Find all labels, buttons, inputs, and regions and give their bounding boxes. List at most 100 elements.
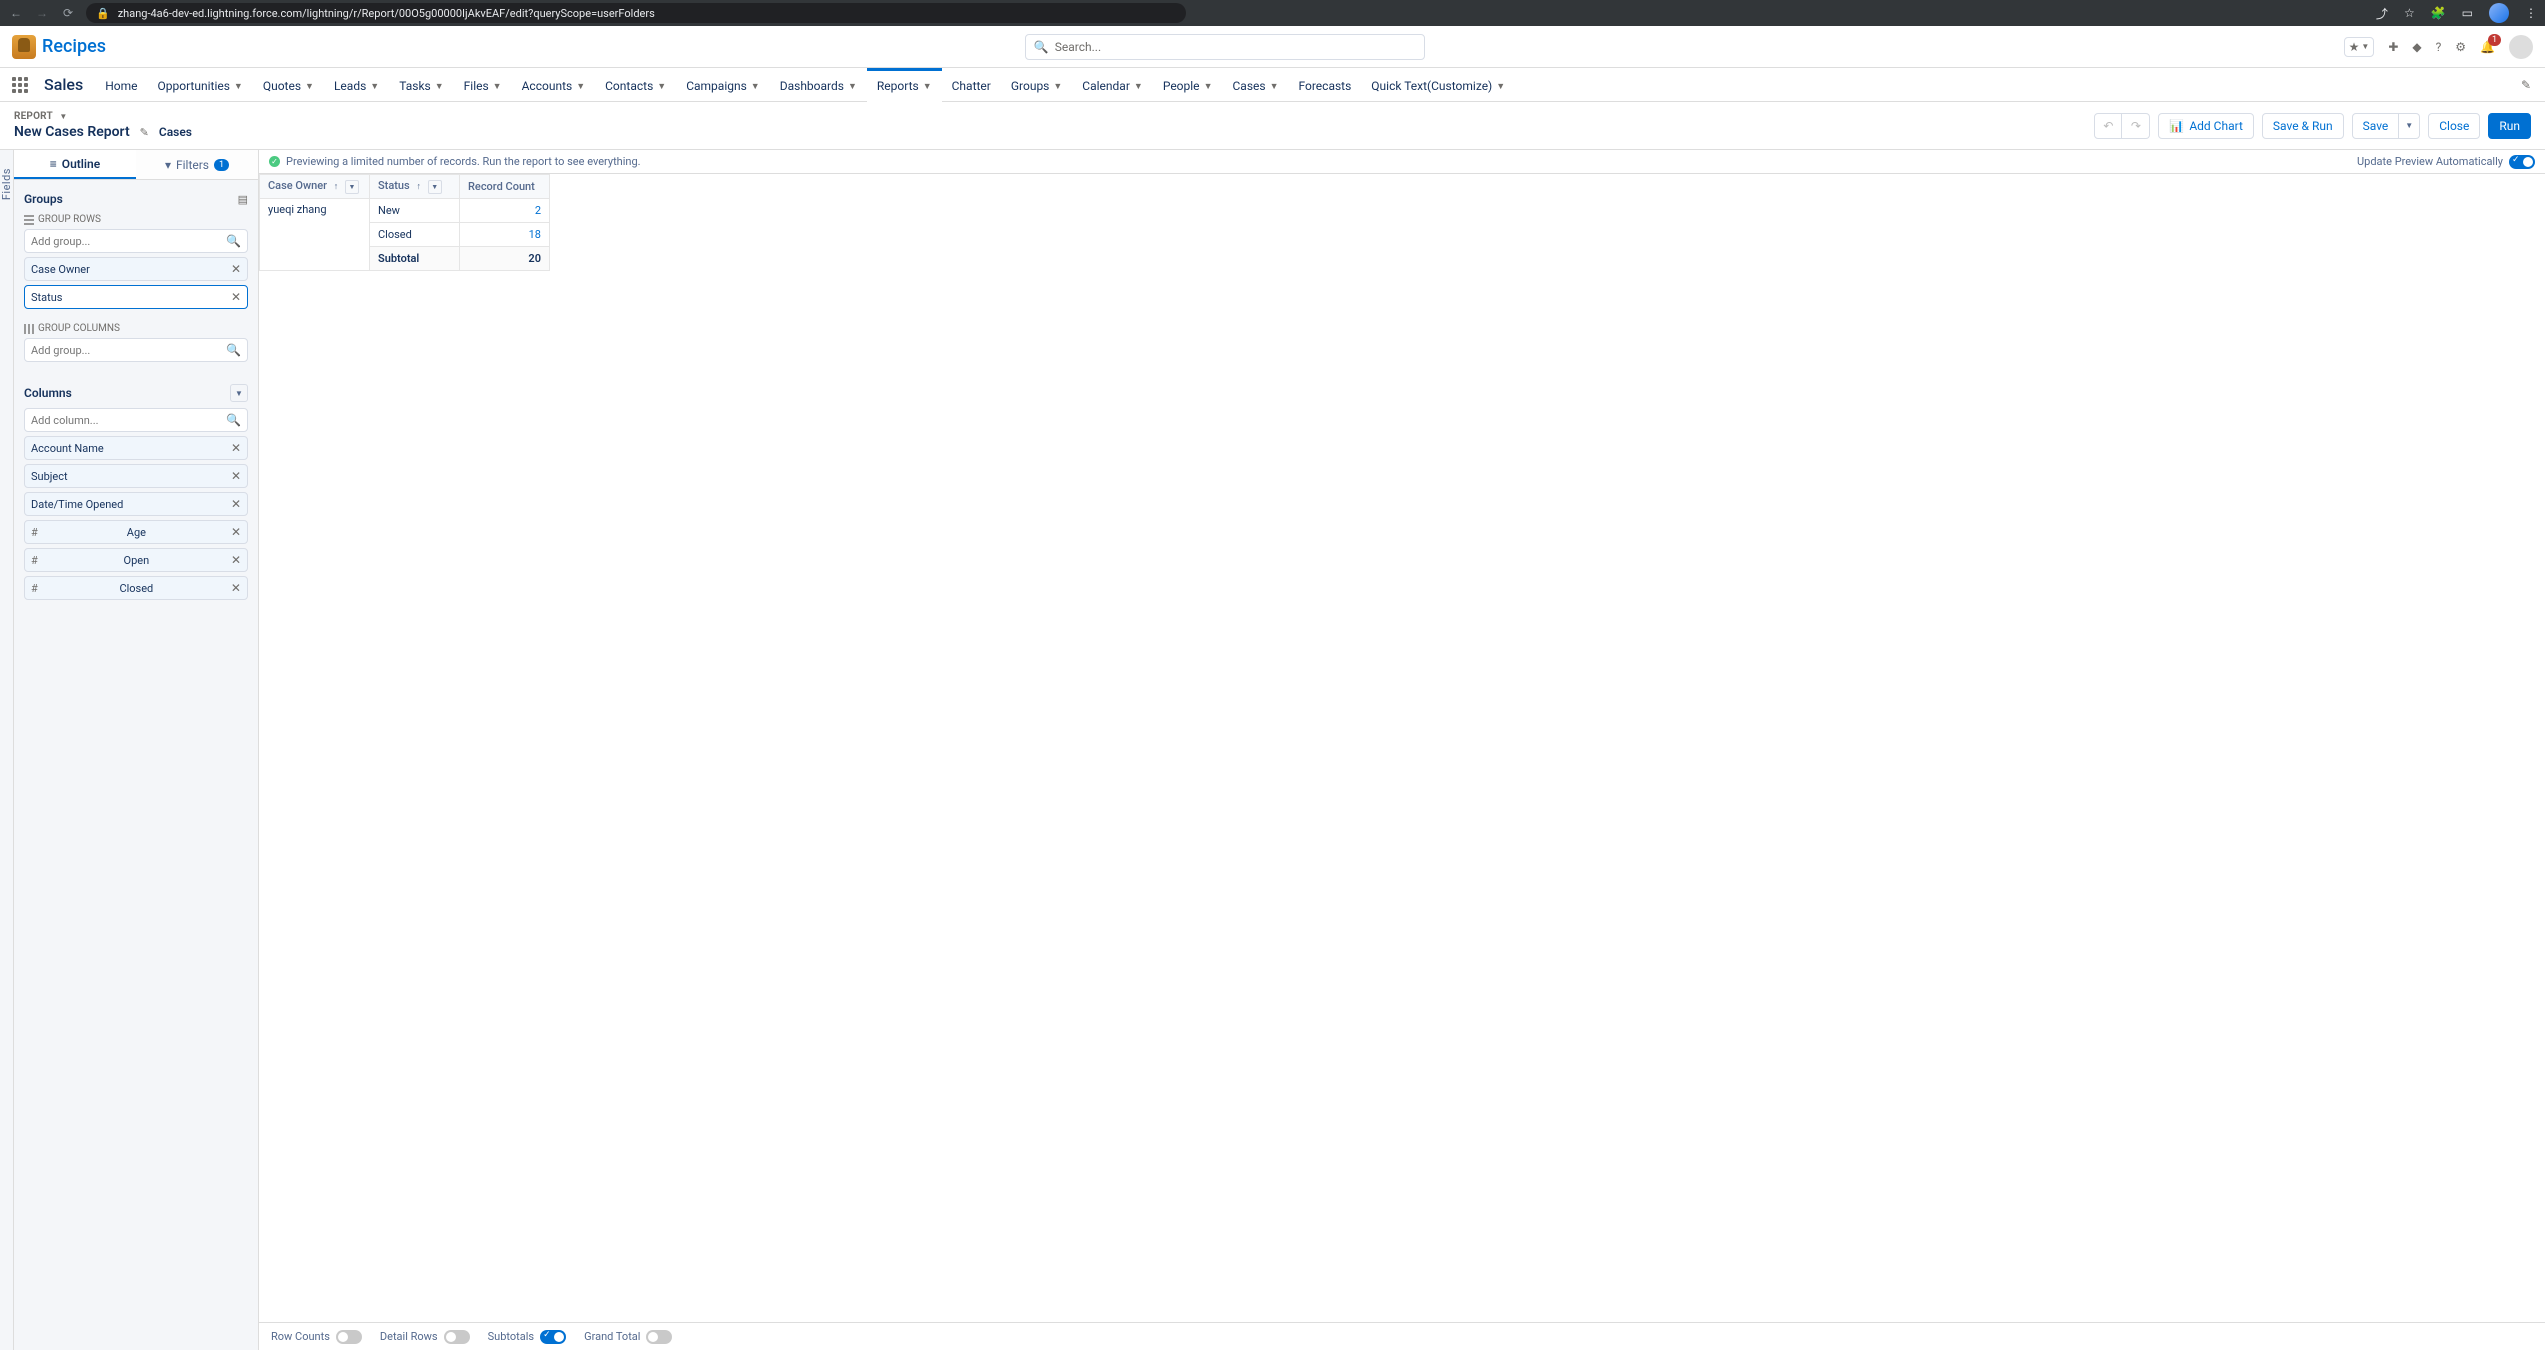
- column-menu-button[interactable]: ▼: [428, 180, 442, 194]
- save-button[interactable]: Save: [2352, 113, 2400, 139]
- remove-icon[interactable]: ✕: [231, 262, 241, 276]
- setup-gear-icon[interactable]: ⚙: [2455, 40, 2466, 54]
- column-menu-button[interactable]: ▼: [345, 180, 359, 194]
- column-pill-open[interactable]: Open✕: [24, 548, 248, 572]
- nav-item-tasks[interactable]: Tasks▼: [389, 68, 453, 101]
- add-group-row-input[interactable]: 🔍: [24, 229, 248, 253]
- col-header-record-count[interactable]: Record Count: [460, 175, 550, 199]
- address-bar[interactable]: 🔒 zhang-4a6-dev-ed.lightning.force.com/l…: [86, 3, 1186, 23]
- browser-profile-avatar[interactable]: [2489, 3, 2509, 23]
- chart-icon: 📊: [2169, 119, 2184, 133]
- brand[interactable]: Recipes: [12, 35, 106, 59]
- redo-button[interactable]: ↷: [2122, 113, 2150, 139]
- column-pill-account-name[interactable]: Account Name✕: [24, 436, 248, 460]
- edit-title-icon[interactable]: ✎: [140, 126, 149, 139]
- extensions-icon[interactable]: 🧩: [2431, 6, 2446, 20]
- nav-item-label: Groups: [1011, 79, 1050, 93]
- remove-icon[interactable]: ✕: [231, 290, 241, 304]
- nav-item-cases[interactable]: Cases▼: [1222, 68, 1288, 101]
- nav-edit-icon[interactable]: ✎: [2507, 68, 2545, 101]
- detail-rows-toggle[interactable]: [444, 1330, 470, 1344]
- remove-icon[interactable]: ✕: [231, 469, 241, 483]
- remove-icon[interactable]: ✕: [231, 581, 241, 595]
- chevron-down-icon: ▼: [1204, 81, 1213, 92]
- column-pill-age[interactable]: Age✕: [24, 520, 248, 544]
- column-pill-date-time-opened[interactable]: Date/Time Opened✕: [24, 492, 248, 516]
- group-row-pill-status[interactable]: Status ✕: [24, 285, 248, 309]
- nav-item-leads[interactable]: Leads▼: [324, 68, 389, 101]
- col-header-case-owner[interactable]: Case Owner ↑ ▼: [260, 175, 370, 199]
- fields-panel-toggle[interactable]: Fields: [0, 150, 14, 1350]
- global-search[interactable]: 🔍 Search...: [1025, 34, 1425, 60]
- add-icon[interactable]: ✚: [2388, 40, 2398, 54]
- nav-item-people[interactable]: People▼: [1153, 68, 1223, 101]
- cell-count[interactable]: 2: [460, 199, 550, 223]
- notifications-icon[interactable]: 🔔1: [2480, 40, 2495, 54]
- favorites-dropdown[interactable]: ★▼: [2344, 37, 2375, 57]
- share-icon[interactable]: ⤴: [2376, 5, 2388, 22]
- nav-item-campaigns[interactable]: Campaigns▼: [676, 68, 770, 101]
- nav-item-quick-text-customize-[interactable]: Quick Text(Customize)▼: [1361, 68, 1515, 101]
- breadcrumb-label: REPORT: [14, 111, 53, 122]
- remove-icon[interactable]: ✕: [231, 525, 241, 539]
- remove-icon[interactable]: ✕: [231, 553, 241, 567]
- browser-reload-icon[interactable]: ⟳: [60, 6, 76, 20]
- add-chart-button[interactable]: 📊Add Chart: [2158, 113, 2254, 139]
- column-pill-closed[interactable]: Closed✕: [24, 576, 248, 600]
- add-group-col-field[interactable]: [31, 344, 226, 357]
- group-row-pill-case-owner[interactable]: Case Owner ✕: [24, 257, 248, 281]
- grand-total-toggle[interactable]: [646, 1330, 672, 1344]
- nav-item-groups[interactable]: Groups▼: [1001, 68, 1072, 101]
- nav-item-calendar[interactable]: Calendar▼: [1072, 68, 1153, 101]
- add-group-row-field[interactable]: [31, 235, 226, 248]
- auto-preview-toggle[interactable]: [2509, 155, 2535, 169]
- cell-count[interactable]: 18: [460, 223, 550, 247]
- browser-back-icon[interactable]: ←: [8, 6, 24, 20]
- add-group-col-input[interactable]: 🔍: [24, 338, 248, 362]
- nav-item-files[interactable]: Files▼: [454, 68, 512, 101]
- col-header-status[interactable]: Status ↑ ▼: [370, 175, 460, 199]
- nav-item-home[interactable]: Home: [95, 68, 147, 101]
- subtotals-toggle[interactable]: [540, 1330, 566, 1344]
- save-dropdown-button[interactable]: ▼: [2399, 113, 2420, 139]
- run-button[interactable]: Run: [2488, 113, 2531, 139]
- column-pill-subject[interactable]: Subject✕: [24, 464, 248, 488]
- nav-item-chatter[interactable]: Chatter: [942, 68, 1001, 101]
- close-button[interactable]: Close: [2428, 113, 2480, 139]
- nav-item-accounts[interactable]: Accounts▼: [512, 68, 596, 101]
- add-column-input[interactable]: 🔍: [24, 408, 248, 432]
- filters-tab[interactable]: ▾ Filters 1: [136, 150, 258, 179]
- salesforce-assistant-icon[interactable]: ◆: [2412, 40, 2421, 54]
- app-name: Sales: [32, 68, 95, 101]
- nav-item-label: Leads: [334, 79, 366, 93]
- star-icon[interactable]: ☆: [2404, 6, 2415, 20]
- nav-item-dashboards[interactable]: Dashboards▼: [770, 68, 867, 101]
- window-icon[interactable]: ▭: [2462, 6, 2473, 20]
- help-icon[interactable]: ?: [2436, 40, 2442, 54]
- sort-asc-icon: ↑: [334, 181, 339, 192]
- nav-item-label: Quotes: [263, 79, 301, 93]
- columns-menu-button[interactable]: ▼: [230, 384, 248, 402]
- remove-icon[interactable]: ✕: [231, 441, 241, 455]
- nav-item-reports[interactable]: Reports▼: [867, 68, 942, 101]
- footer-toggles: Row Counts Detail Rows Subtotals Grand T…: [259, 1322, 2545, 1350]
- app-launcher-icon[interactable]: [8, 68, 32, 101]
- row-counts-toggle[interactable]: [336, 1330, 362, 1344]
- user-avatar[interactable]: [2509, 35, 2533, 59]
- nav-item-quotes[interactable]: Quotes▼: [253, 68, 324, 101]
- browser-menu-icon[interactable]: ⋮: [2525, 6, 2537, 20]
- search-placeholder: Search...: [1055, 40, 1416, 54]
- browser-forward-icon[interactable]: →: [34, 6, 50, 20]
- nav-item-contacts[interactable]: Contacts▼: [595, 68, 676, 101]
- subtotal-label: Subtotal: [370, 247, 460, 271]
- outline-tab[interactable]: ≡ Outline: [14, 150, 136, 179]
- breadcrumb[interactable]: REPORT ▼: [14, 111, 192, 122]
- remove-icon[interactable]: ✕: [231, 497, 241, 511]
- groups-menu-icon[interactable]: ▤: [238, 193, 248, 206]
- nav-item-forecasts[interactable]: Forecasts: [1289, 68, 1362, 101]
- save-run-button[interactable]: Save & Run: [2262, 113, 2344, 139]
- undo-button[interactable]: ↶: [2094, 113, 2122, 139]
- add-column-field[interactable]: [31, 414, 226, 427]
- nav-item-opportunities[interactable]: Opportunities▼: [148, 68, 253, 101]
- subtotal-count[interactable]: 20: [460, 247, 550, 271]
